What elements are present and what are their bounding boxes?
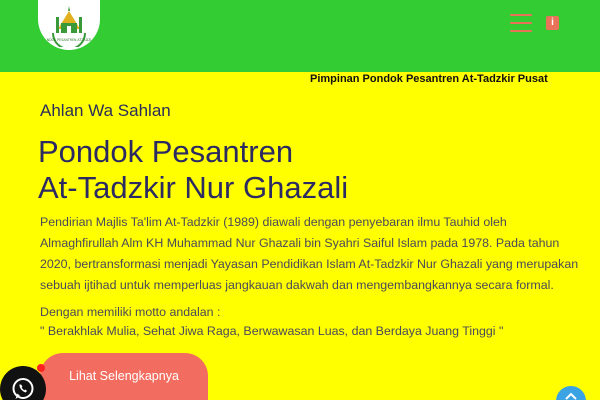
motto-intro: Dengan memiliki motto andalan :: [40, 305, 221, 319]
hero-title-line2: At-Tadzkir Nur Ghazali: [38, 170, 349, 205]
read-more-button[interactable]: Lihat Selengkapnya: [40, 353, 208, 400]
hero-description: Pendirian Majlis Ta'lim At-Tadzkir (1989…: [40, 215, 579, 292]
hero-title-line1: Pondok Pesantren: [38, 134, 294, 169]
svg-text:PONDOK PESANTREN AT-TADZKIR: PONDOK PESANTREN AT-TADZKIR: [47, 38, 91, 42]
motto-text: " Berakhlak Mulia, Sehat Jiwa Raga, Berw…: [40, 324, 504, 338]
site-header: PONDOK PESANTREN AT-TADZKIR i: [0, 0, 600, 72]
menu-bar: [510, 30, 532, 32]
notification-dot: [37, 364, 45, 372]
whatsapp-icon: [12, 378, 34, 399]
hamburger-menu-icon[interactable]: [510, 14, 532, 32]
site-logo[interactable]: PONDOK PESANTREN AT-TADZKIR: [38, 0, 100, 50]
menu-bar: [510, 14, 532, 16]
hero-greeting: Ahlan Wa Sahlan: [40, 101, 171, 120]
arrow-up-icon: [565, 392, 577, 400]
menu-bar: [510, 22, 532, 24]
info-icon[interactable]: i: [546, 16, 559, 30]
hero-title: Pondok Pesantren At-Tadzkir Nur Ghazali: [38, 134, 558, 206]
announcement-marquee: Pimpinan Pondok Pesantren At-Tadzkir Pus…: [310, 73, 548, 85]
mosque-logo-icon: PONDOK PESANTREN AT-TADZKIR: [47, 6, 91, 47]
scroll-top-button[interactable]: [556, 386, 586, 400]
